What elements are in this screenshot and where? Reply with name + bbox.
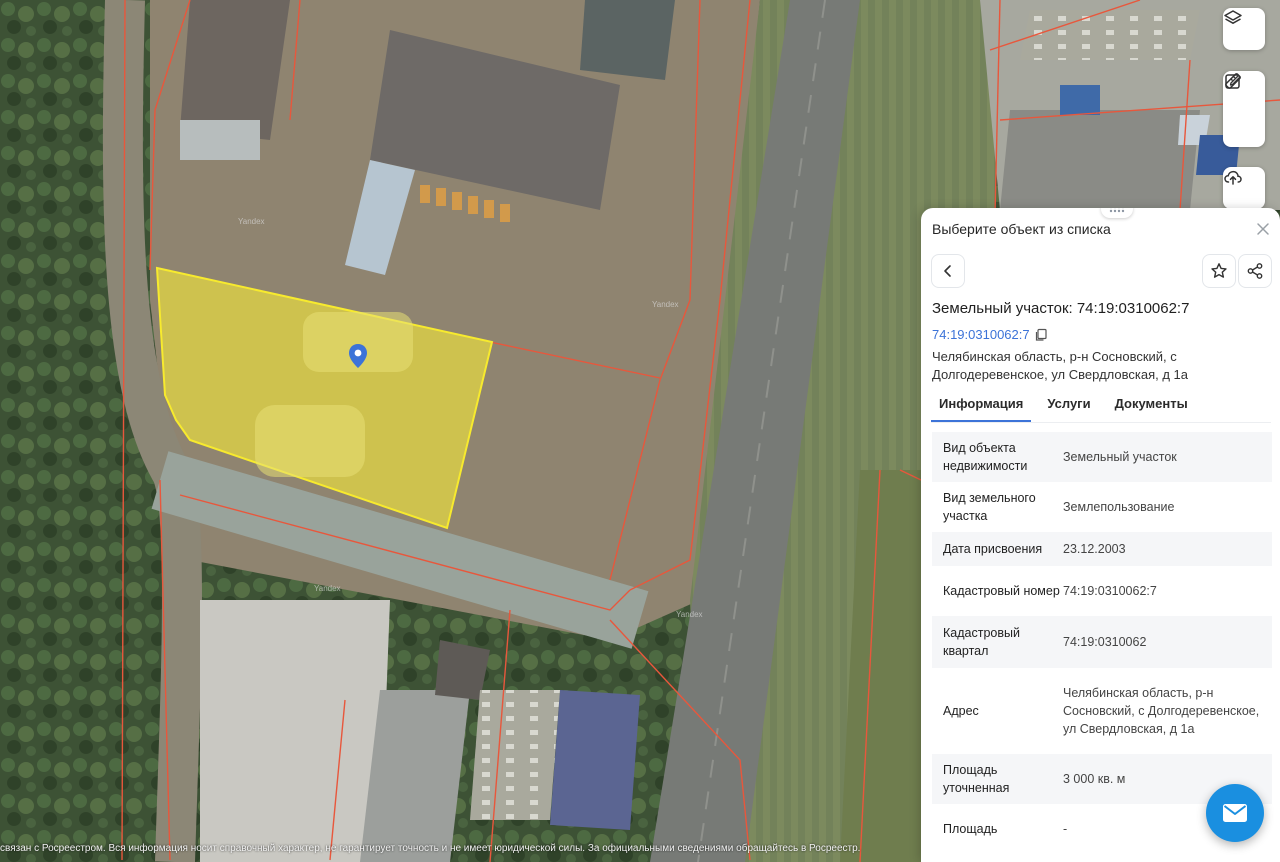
favorite-button[interactable] bbox=[1202, 254, 1236, 288]
edit-icon bbox=[1225, 74, 1241, 89]
map-attribution: связан с Росреестром. Вся информация нос… bbox=[0, 843, 861, 854]
layers-button[interactable] bbox=[1223, 8, 1265, 50]
chevron-left-icon bbox=[944, 265, 951, 277]
object-info-panel: Выберите объект из списка Земельный учас… bbox=[921, 208, 1280, 862]
info-key: Площадь уточненная bbox=[943, 763, 1010, 795]
star-icon bbox=[1211, 263, 1227, 278]
info-value: 23.12.2003 bbox=[1063, 542, 1126, 556]
info-row: Кадастровый квартал 74:19:0310062 bbox=[932, 616, 1272, 668]
tabs-divider bbox=[931, 422, 1271, 423]
info-key: Адрес bbox=[943, 704, 979, 718]
info-value: 74:19:0310062:7 bbox=[1063, 584, 1157, 598]
info-row: Вид земельного участка Землепользование bbox=[932, 482, 1272, 532]
svg-text:Yandex: Yandex bbox=[238, 217, 265, 226]
feedback-mail-button[interactable] bbox=[1206, 784, 1264, 842]
info-key: Вид объекта недвижимости bbox=[943, 441, 1028, 473]
share-button[interactable] bbox=[1238, 254, 1272, 288]
info-value: Челябинская область, р-н Сосновский, с Д… bbox=[1063, 686, 1260, 736]
tab-information[interactable]: Информация bbox=[931, 388, 1032, 422]
panel-drag-handle[interactable] bbox=[1101, 208, 1133, 218]
info-row: Вид объекта недвижимости Земельный участ… bbox=[932, 432, 1272, 482]
info-key: Вид земельного участка bbox=[943, 491, 1036, 523]
panel-header: Выберите объект из списка bbox=[932, 221, 1111, 237]
info-row: Кадастровый номер 74:19:0310062:7 bbox=[932, 566, 1272, 616]
info-key: Дата присвоения bbox=[943, 542, 1043, 556]
mail-icon bbox=[1223, 804, 1247, 822]
svg-text:Yandex: Yandex bbox=[676, 610, 703, 619]
svg-text:Yandex: Yandex bbox=[314, 584, 341, 593]
copy-icon[interactable] bbox=[1034, 328, 1048, 342]
draw-button[interactable] bbox=[1223, 74, 1265, 147]
info-value: 74:19:0310062 bbox=[1063, 635, 1147, 649]
info-value: Земельный участок bbox=[1063, 450, 1177, 464]
location-pin-icon[interactable] bbox=[347, 343, 369, 369]
close-icon[interactable] bbox=[1254, 220, 1272, 238]
info-key: Кадастровый квартал bbox=[943, 626, 1020, 658]
drag-dots-icon bbox=[1109, 208, 1125, 213]
cadastral-number-text[interactable]: 74:19:0310062:7 bbox=[932, 327, 1030, 342]
info-key: Площадь bbox=[943, 822, 998, 836]
info-row: Дата присвоения 23.12.2003 bbox=[932, 532, 1272, 566]
info-row: Адрес Челябинская область, р-н Сосновски… bbox=[932, 668, 1272, 754]
info-key: Кадастровый номер bbox=[943, 584, 1060, 598]
measure-tools-group bbox=[1223, 71, 1265, 147]
object-title: Земельный участок: 74:19:0310062:7 bbox=[932, 300, 1190, 317]
tab-services[interactable]: Услуги bbox=[1039, 388, 1098, 422]
object-address: Челябинская область, р-н Сосновский, с Д… bbox=[932, 349, 1188, 382]
tab-documents[interactable]: Документы bbox=[1107, 388, 1196, 422]
back-button[interactable] bbox=[931, 254, 965, 288]
info-value: Землепользование bbox=[1063, 500, 1175, 514]
svg-text:Yandex: Yandex bbox=[652, 300, 679, 309]
upload-icon bbox=[1224, 170, 1242, 185]
info-tabs: Информация Услуги Документы bbox=[931, 388, 1204, 422]
cadastral-number-link[interactable]: 74:19:0310062:7 bbox=[932, 327, 1048, 342]
layers-icon bbox=[1224, 10, 1242, 24]
upload-button[interactable] bbox=[1223, 167, 1265, 209]
share-icon bbox=[1247, 263, 1263, 279]
